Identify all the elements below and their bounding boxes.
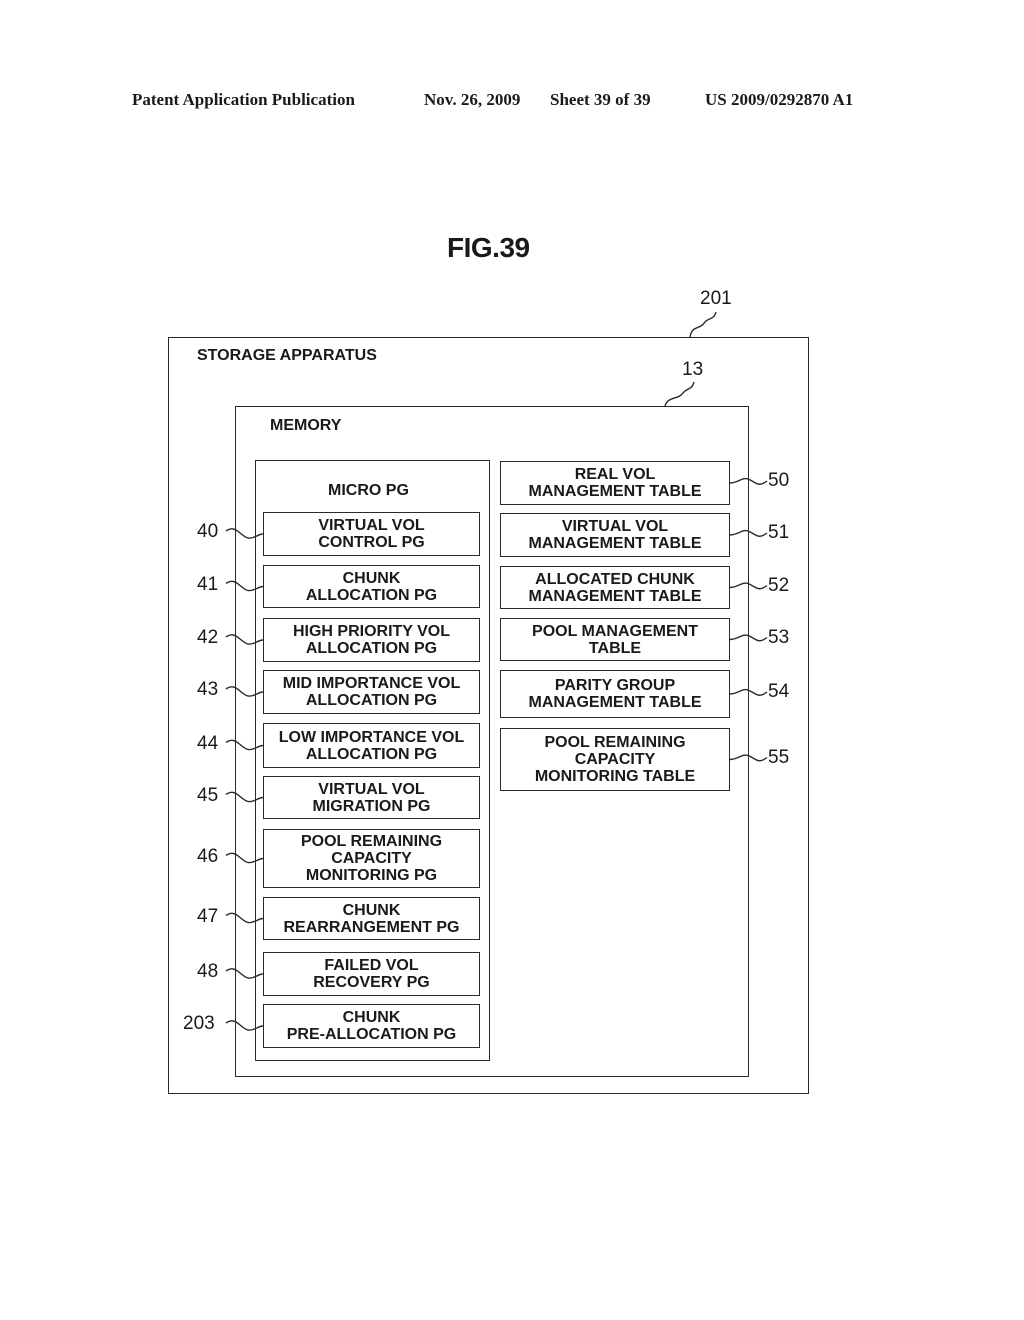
table-ref-number: 55: [768, 746, 790, 768]
program-ref-number: 48: [197, 961, 219, 982]
program-box: LOW IMPORTANCE VOL ALLOCATION PG: [263, 723, 480, 768]
table-ref-number: 51: [768, 522, 790, 543]
publication-date: Nov. 26, 2009: [424, 90, 521, 109]
table-box: PARITY GROUP MANAGEMENT TABLE: [500, 670, 730, 718]
program-box: FAILED VOL RECOVERY PG: [263, 952, 480, 996]
ref-201: 201: [700, 288, 732, 309]
program-ref-number: 45: [197, 784, 219, 806]
micro-pg-label: MICRO PG: [328, 482, 409, 499]
table-box: ALLOCATED CHUNK MANAGEMENT TABLE: [500, 566, 730, 609]
program-ref-number: 46: [197, 845, 219, 867]
program-ref-number: 44: [197, 732, 219, 754]
table-box: VIRTUAL VOL MANAGEMENT TABLE: [500, 513, 730, 557]
table-ref-number: 53: [768, 626, 790, 648]
program-ref-number: 40: [197, 521, 219, 542]
memory-label: MEMORY: [270, 417, 342, 434]
program-box: VIRTUAL VOL CONTROL PG: [263, 512, 480, 556]
table-box: POOL REMAINING CAPACITY MONITORING TABLE: [500, 728, 730, 791]
table-ref-number: 54: [768, 681, 790, 702]
program-ref-number: 42: [197, 627, 219, 648]
table-box: REAL VOL MANAGEMENT TABLE: [500, 461, 730, 505]
storage-apparatus-label: STORAGE APPARATUS: [197, 347, 377, 364]
figure-title: FIG.39: [447, 232, 530, 263]
program-ref-number: 47: [197, 905, 219, 927]
program-box: MID IMPORTANCE VOL ALLOCATION PG: [263, 670, 480, 714]
sheet-number: Sheet 39 of 39: [550, 90, 651, 109]
patent-number: US 2009/0292870 A1: [705, 90, 854, 109]
leader-201: [689, 311, 717, 338]
program-box: VIRTUAL VOL MIGRATION PG: [263, 776, 480, 819]
program-box: HIGH PRIORITY VOL ALLOCATION PG: [263, 618, 480, 662]
table-ref-number: 52: [768, 574, 790, 596]
table-ref-number: 50: [768, 470, 790, 491]
program-box: POOL REMAINING CAPACITY MONITORING PG: [263, 829, 480, 888]
publication-label: Patent Application Publication: [132, 90, 355, 109]
program-ref-number: 43: [197, 679, 219, 700]
program-box: CHUNK PRE-ALLOCATION PG: [263, 1004, 480, 1048]
table-box: POOL MANAGEMENT TABLE: [500, 618, 730, 661]
program-box: CHUNK ALLOCATION PG: [263, 565, 480, 608]
ref-13: 13: [682, 359, 704, 380]
program-box: CHUNK REARRANGEMENT PG: [263, 897, 480, 940]
program-ref-number: 203: [183, 1013, 215, 1034]
program-ref-number: 41: [197, 573, 219, 595]
